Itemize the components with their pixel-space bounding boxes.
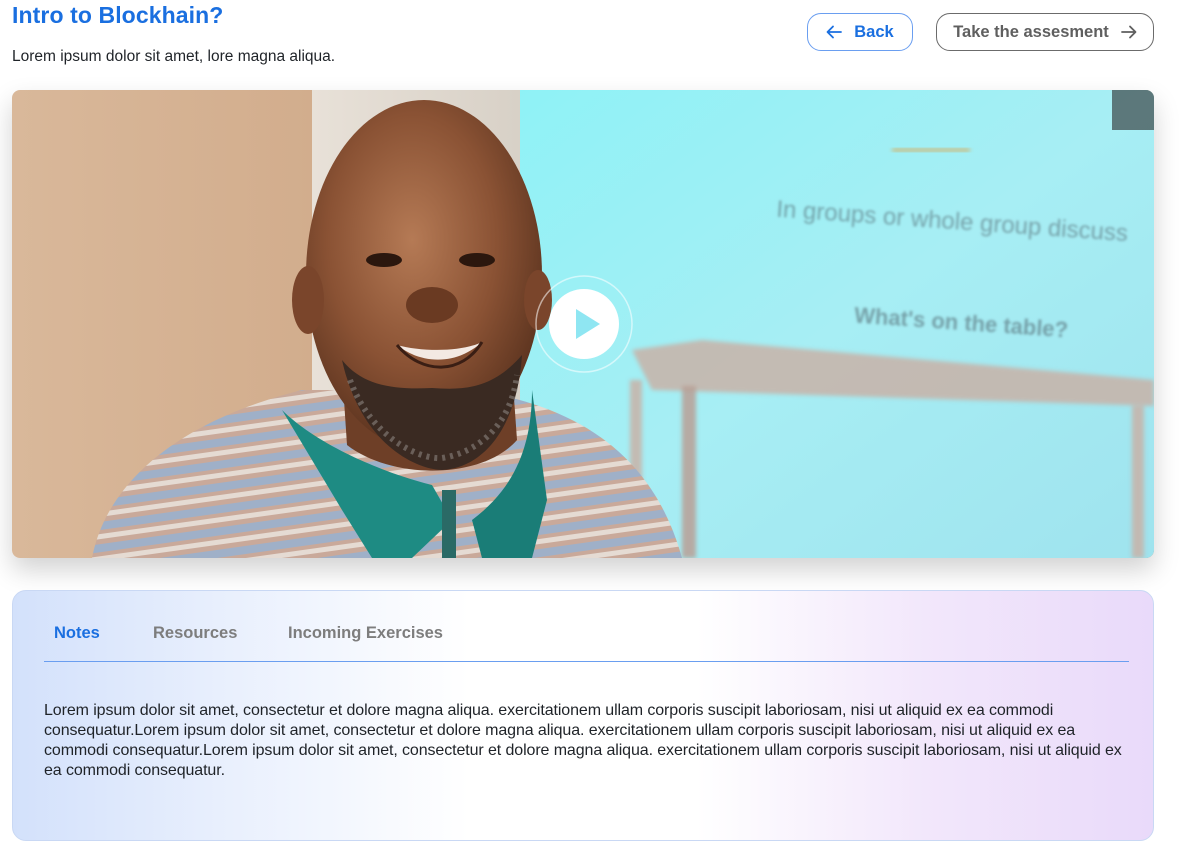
arrow-right-icon xyxy=(1120,25,1137,39)
back-button[interactable]: Back xyxy=(807,13,913,51)
notes-body: Lorem ipsum dolor sit amet, consectetur … xyxy=(44,702,1122,779)
tab-notes[interactable]: Notes xyxy=(54,624,100,643)
back-button-label: Back xyxy=(854,22,894,41)
take-assessment-label: Take the assesment xyxy=(953,22,1109,41)
page-title: Intro to Blockhain? xyxy=(12,2,224,28)
tab-incoming-exercises[interactable]: Incoming Exercises xyxy=(288,624,443,643)
content-panel: Notes Resources Incoming Exercises Lorem… xyxy=(12,590,1154,841)
arrow-left-icon xyxy=(826,25,843,39)
play-button[interactable] xyxy=(534,274,634,374)
page-subtitle: Lorem ipsum dolor sit amet, lore magna a… xyxy=(12,48,336,65)
tab-resources[interactable]: Resources xyxy=(153,624,237,643)
video-player[interactable]: In groups or whole group discuss What's … xyxy=(12,90,1154,558)
tab-bar: Notes Resources Incoming Exercises xyxy=(44,624,1129,662)
play-icon xyxy=(535,275,633,373)
take-assessment-button[interactable]: Take the assesment xyxy=(936,13,1154,51)
